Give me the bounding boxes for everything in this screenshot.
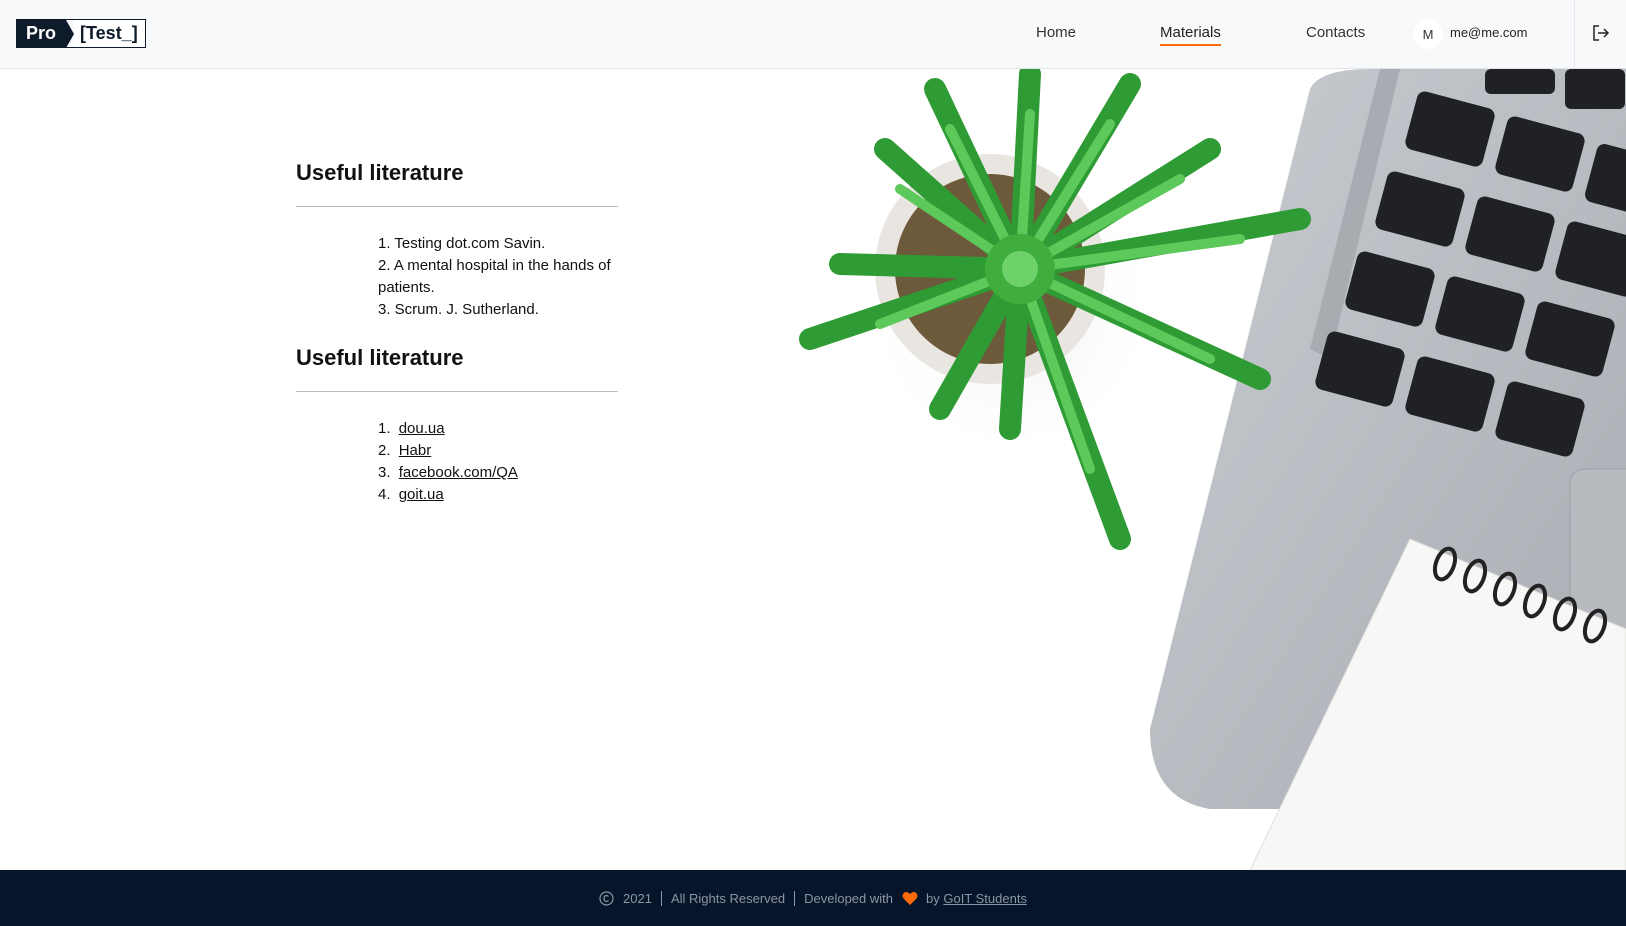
logo-test-text: [Test_] — [74, 20, 145, 47]
resources-list: 1. dou.ua 2. Habr 3. facebook.com/QA 4. … — [378, 418, 636, 506]
link-habr[interactable]: Habr — [399, 442, 432, 459]
logo[interactable]: Pro [Test_] — [16, 19, 146, 48]
hero-background — [0, 69, 1626, 870]
header-divider — [1574, 0, 1575, 69]
list-item: 1. dou.ua — [378, 418, 636, 440]
user-email: me@me.com — [1450, 25, 1528, 40]
list-item: 3. Scrum. J. Sutherland. — [378, 301, 539, 318]
footer-author-link[interactable]: GoIT Students — [943, 891, 1027, 906]
list-item: 3. facebook.com/QA — [378, 462, 636, 484]
desk-illustration — [799, 69, 1626, 870]
nav-materials[interactable]: Materials — [1160, 24, 1221, 46]
list-item: 2. A mental hospital in the hands of pat… — [378, 257, 611, 296]
logout-icon[interactable] — [1591, 23, 1611, 43]
list-number: 4. — [378, 486, 391, 503]
footer-year: 2021 — [623, 890, 652, 906]
list-number: 1. — [378, 420, 391, 437]
nav-contacts[interactable]: Contacts — [1306, 24, 1365, 44]
list-number: 2. — [378, 442, 391, 459]
copyright-icon — [599, 890, 614, 906]
site-header: Pro [Test_] Home Materials Contacts M me… — [0, 0, 1626, 69]
footer-rights: All Rights Reserved — [670, 890, 786, 906]
footer-developed: Developed with — [804, 890, 893, 906]
main-content: Useful literature 1. Testing dot.com Sav… — [296, 160, 636, 506]
literature-list: 1. Testing dot.com Savin. 2. A mental ho… — [378, 233, 636, 321]
nav-home[interactable]: Home — [1036, 24, 1076, 44]
logo-arrow — [66, 19, 75, 48]
site-footer: 2021 All Rights Reserved Developed with … — [0, 870, 1626, 926]
list-item: 2. Habr — [378, 440, 636, 462]
heart-icon — [902, 891, 918, 905]
logo-pro-text: Pro — [17, 20, 67, 47]
resources-title: Useful literature — [296, 345, 618, 392]
footer-separator — [660, 890, 662, 906]
avatar[interactable]: M — [1413, 19, 1443, 49]
literature-title: Useful literature — [296, 160, 618, 207]
link-facebook[interactable]: facebook.com/QA — [399, 464, 518, 481]
list-number: 3. — [378, 464, 391, 481]
link-goit[interactable]: goit.ua — [399, 486, 444, 503]
list-item: 1. Testing dot.com Savin. — [378, 235, 546, 252]
list-item: 4. goit.ua — [378, 484, 636, 506]
resources-section: Useful literature 1. dou.ua 2. Habr 3. f… — [296, 345, 636, 506]
footer-by: by — [926, 890, 940, 906]
footer-separator — [794, 890, 796, 906]
link-dou[interactable]: dou.ua — [399, 420, 445, 437]
